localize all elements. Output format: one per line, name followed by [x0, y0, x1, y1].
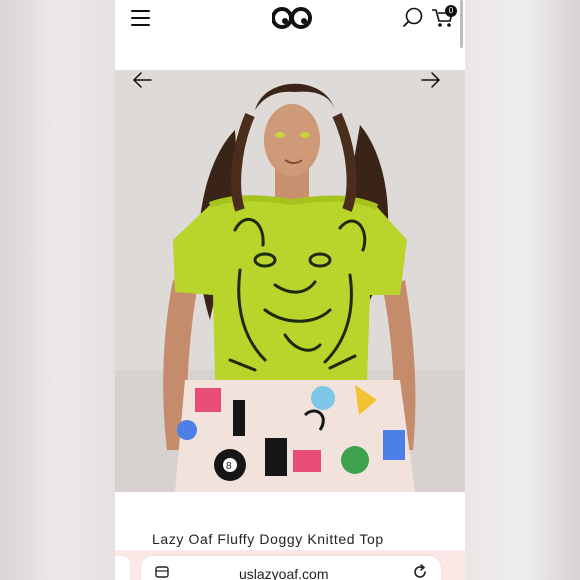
cart-count-badge: 0: [445, 5, 457, 17]
svg-text:8: 8: [226, 461, 232, 472]
arrow-left-icon[interactable]: [131, 70, 153, 90]
reload-icon[interactable]: [412, 564, 428, 580]
arrow-right-icon[interactable]: [420, 70, 442, 90]
url-text[interactable]: uslazyoaf.com: [239, 566, 328, 580]
search-icon[interactable]: [402, 6, 424, 28]
scrollbar[interactable]: [460, 0, 463, 48]
cart-button[interactable]: 0: [431, 4, 459, 30]
product-photo: 8: [115, 70, 465, 492]
tabs-icon[interactable]: [155, 566, 169, 578]
hamburger-menu-icon[interactable]: [131, 9, 151, 27]
product-title: Lazy Oaf Fluffy Doggy Knitted Top: [152, 531, 384, 547]
previous-tab-peek[interactable]: [115, 556, 130, 580]
product-image-gallery[interactable]: 8: [115, 70, 465, 492]
site-header: 0: [115, 0, 465, 70]
lazy-oaf-logo-icon[interactable]: [272, 6, 312, 30]
mobile-page: 0 8 Lazy Oaf Fluffy Doggy Knitted Top us…: [115, 0, 465, 580]
